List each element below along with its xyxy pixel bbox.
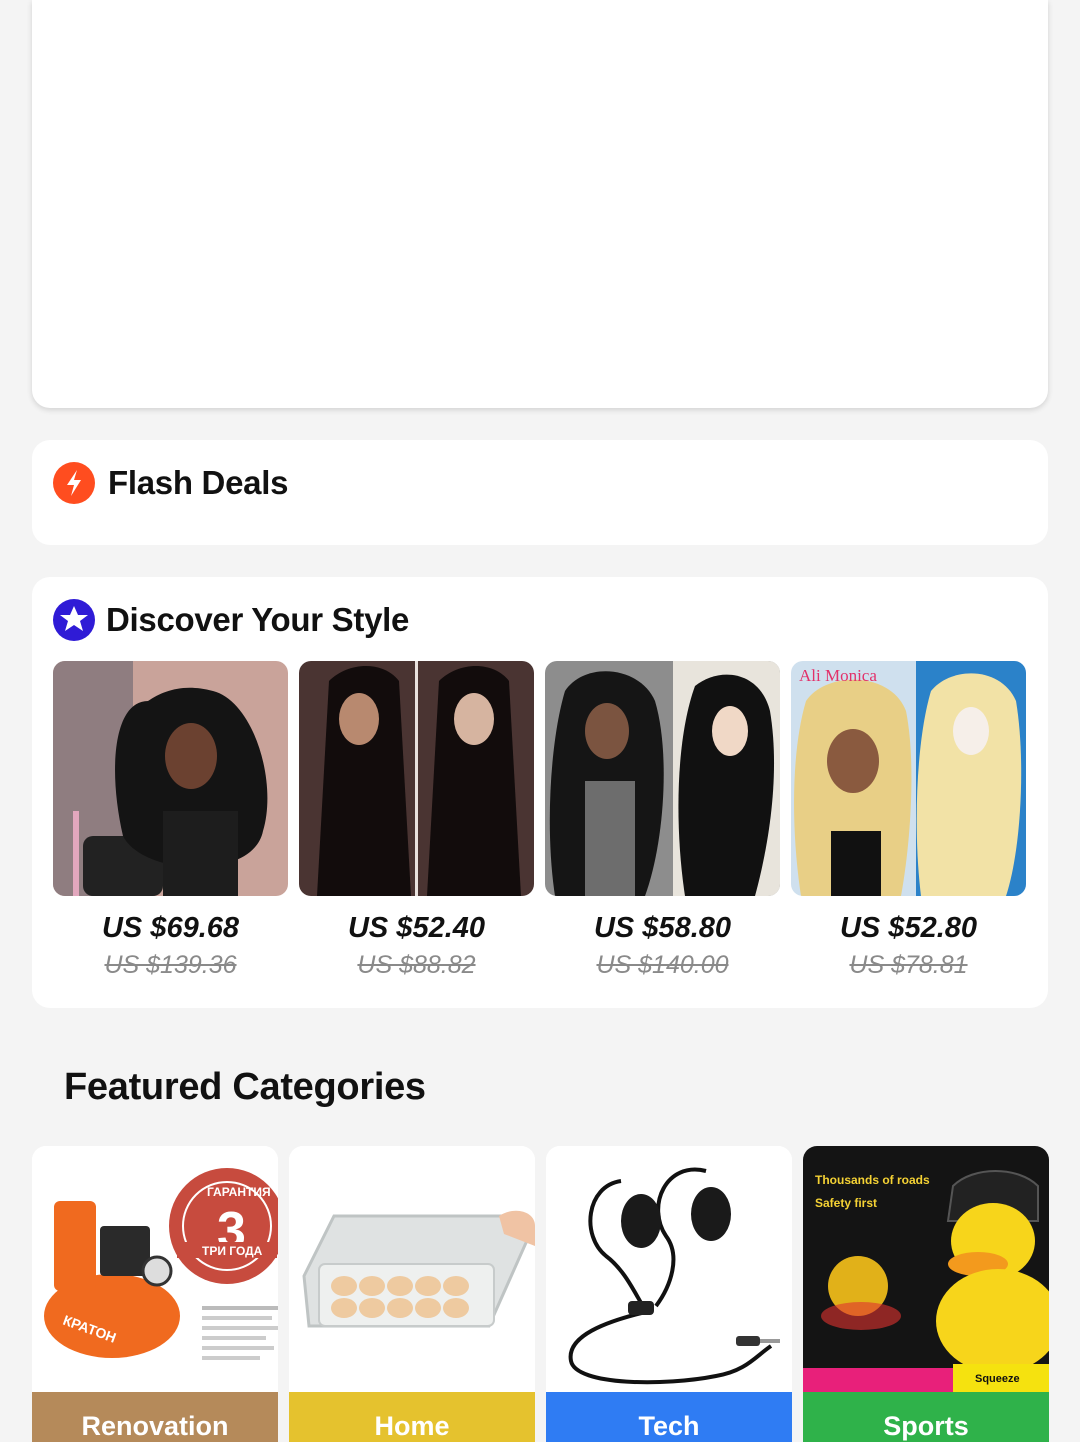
product-image[interactable] bbox=[545, 661, 780, 896]
category-renovation[interactable]: ГАРАНТИЯ 3 ТРИ ГОДА КРАТОН Renovation bbox=[32, 1146, 278, 1442]
category-label: Home bbox=[289, 1392, 535, 1442]
product-image[interactable]: Ali Monica bbox=[791, 661, 1026, 896]
svg-text:ГАРАНТИЯ: ГАРАНТИЯ bbox=[207, 1185, 271, 1199]
category-list: ГАРАНТИЯ 3 ТРИ ГОДА КРАТОН Renovation Ho… bbox=[32, 1146, 1049, 1442]
product-old-price: US $78.81 bbox=[849, 951, 968, 979]
category-label: Renovation bbox=[32, 1392, 278, 1442]
product-image[interactable] bbox=[299, 661, 534, 896]
category-image bbox=[546, 1146, 792, 1392]
flash-deals-header: Flash Deals bbox=[53, 462, 288, 504]
discover-header: Discover Your Style bbox=[53, 599, 409, 641]
product-card[interactable]: US $69.68 US $139.36 bbox=[53, 661, 288, 980]
product-card[interactable]: Ali Monica US $52.80 US $78.81 bbox=[791, 661, 1026, 980]
category-image: Thousands of roads Safety first Squeeze bbox=[803, 1146, 1049, 1392]
product-price: US $52.40 bbox=[347, 912, 486, 944]
featured-categories-title: Featured Categories bbox=[64, 1066, 426, 1108]
product-card[interactable]: US $58.80 US $140.00 bbox=[545, 661, 780, 980]
category-home[interactable]: Home bbox=[289, 1146, 535, 1442]
discover-style-card: Discover Your Style US $69.68 US $139.36 bbox=[32, 577, 1048, 1008]
product-old-price: US $140.00 bbox=[596, 951, 729, 979]
product-price: US $52.80 bbox=[839, 912, 978, 944]
star-badge-icon bbox=[53, 599, 95, 641]
svg-text:ТРИ ГОДА: ТРИ ГОДА bbox=[202, 1244, 263, 1258]
category-tech[interactable]: Tech bbox=[546, 1146, 792, 1442]
category-image: ГАРАНТИЯ 3 ТРИ ГОДА КРАТОН bbox=[32, 1146, 278, 1392]
product-list: US $69.68 US $139.36 US $52.40 US $88.82 bbox=[53, 661, 1026, 980]
hero-banner[interactable] bbox=[32, 0, 1048, 408]
product-image[interactable] bbox=[53, 661, 288, 896]
svg-text:Squeeze: Squeeze bbox=[975, 1373, 1020, 1385]
product-price: US $69.68 bbox=[101, 912, 240, 944]
category-image bbox=[289, 1146, 535, 1392]
product-old-price: US $139.36 bbox=[104, 951, 237, 979]
flash-deals-title: Flash Deals bbox=[108, 464, 289, 501]
discover-title: Discover Your Style bbox=[106, 601, 410, 638]
lightning-icon bbox=[53, 462, 95, 504]
svg-text:Thousands of roads: Thousands of roads bbox=[815, 1173, 930, 1187]
product-image-watermark: Ali Monica bbox=[799, 666, 877, 685]
category-label: Tech bbox=[546, 1392, 792, 1442]
category-sports[interactable]: Thousands of roads Safety first Squeeze … bbox=[803, 1146, 1049, 1442]
product-price: US $58.80 bbox=[593, 912, 732, 944]
flash-deals-card[interactable]: Flash Deals bbox=[32, 440, 1048, 545]
svg-text:Safety first: Safety first bbox=[815, 1196, 877, 1210]
category-label: Sports bbox=[803, 1392, 1049, 1442]
product-card[interactable]: US $52.40 US $88.82 bbox=[299, 661, 534, 980]
product-old-price: US $88.82 bbox=[357, 951, 476, 979]
